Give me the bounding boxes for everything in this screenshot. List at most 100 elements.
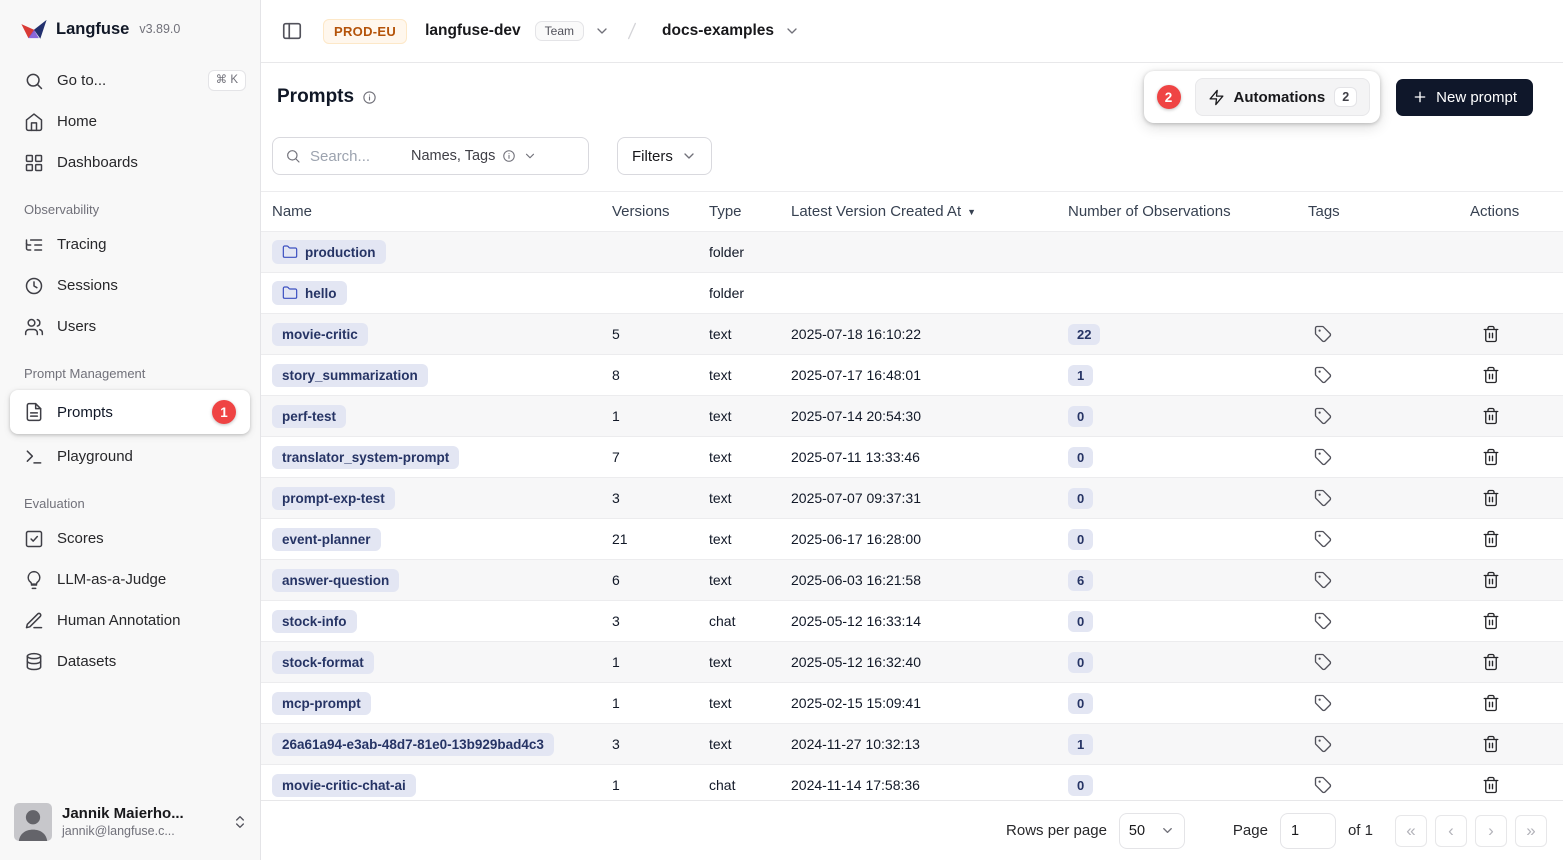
trash-icon[interactable]: [1482, 612, 1500, 630]
sidebar-item-playground[interactable]: Playground: [0, 436, 260, 477]
cell-tags: [1308, 694, 1470, 712]
tag-icon[interactable]: [1314, 571, 1332, 589]
trash-icon[interactable]: [1482, 694, 1500, 712]
table-row[interactable]: story_summarization8text2025-07-17 16:48…: [261, 355, 1563, 396]
table-row[interactable]: hellofolder: [261, 273, 1563, 314]
sidebar-item-tracing[interactable]: Tracing: [0, 224, 260, 265]
prompt-name-link[interactable]: movie-critic: [272, 323, 368, 346]
trash-icon[interactable]: [1482, 776, 1500, 794]
new-prompt-label: New prompt: [1436, 89, 1517, 106]
page-number-input[interactable]: [1280, 813, 1336, 849]
table-row[interactable]: stock-format1text2025-05-12 16:32:400: [261, 642, 1563, 683]
tag-icon[interactable]: [1314, 366, 1332, 384]
prompt-name-link[interactable]: perf-test: [272, 405, 346, 428]
prompt-name-link[interactable]: 26a61a94-e3ab-48d7-81e0-13b929bad4c3: [272, 733, 554, 756]
prompt-name-link[interactable]: event-planner: [272, 528, 381, 551]
prompt-name-link[interactable]: movie-critic-chat-ai: [272, 774, 416, 797]
tag-icon[interactable]: [1314, 735, 1332, 753]
langfuse-logo-icon: [20, 18, 48, 40]
org-chevron-down-icon[interactable]: [594, 23, 610, 39]
sidebar-item-human-annotation[interactable]: Human Annotation: [0, 600, 260, 641]
search-input[interactable]: [310, 148, 402, 165]
sidebar-toggle-icon[interactable]: [281, 20, 303, 42]
trash-icon[interactable]: [1482, 489, 1500, 507]
first-page-button[interactable]: «: [1395, 815, 1427, 847]
sidebar-item-dashboards[interactable]: Dashboards: [0, 142, 260, 183]
prompt-name-link[interactable]: answer-question: [272, 569, 399, 592]
tag-icon[interactable]: [1314, 653, 1332, 671]
table-row[interactable]: translator_system-prompt7text2025-07-11 …: [261, 437, 1563, 478]
tag-icon[interactable]: [1314, 448, 1332, 466]
rows-per-page-select[interactable]: 50: [1119, 813, 1185, 849]
folder-link[interactable]: hello: [272, 281, 347, 305]
tag-icon[interactable]: [1314, 407, 1332, 425]
column-header-name[interactable]: Name: [272, 203, 612, 220]
prev-page-button[interactable]: ‹: [1435, 815, 1467, 847]
filters-button[interactable]: Filters: [617, 137, 712, 175]
prompt-name-link[interactable]: prompt-exp-test: [272, 487, 395, 510]
trash-icon[interactable]: [1482, 653, 1500, 671]
cell-tags: [1308, 735, 1470, 753]
tag-icon[interactable]: [1314, 694, 1332, 712]
prompt-name-link[interactable]: mcp-prompt: [272, 692, 371, 715]
sidebar-item-scores[interactable]: Scores: [0, 518, 260, 559]
rows-per-page-value: 50: [1129, 823, 1145, 839]
trash-icon[interactable]: [1482, 448, 1500, 466]
sidebar-item-llm-as-a-judge[interactable]: LLM-as-a-Judge: [0, 559, 260, 600]
table-row[interactable]: perf-test1text2025-07-14 20:54:300: [261, 396, 1563, 437]
trash-icon[interactable]: [1482, 530, 1500, 548]
cell-created-at: 2025-02-15 15:09:41: [791, 695, 1068, 711]
org-name[interactable]: langfuse-dev: [425, 22, 521, 40]
sidebar-item-label: Home: [57, 113, 97, 130]
table-row[interactable]: event-planner21text2025-06-17 16:28:000: [261, 519, 1563, 560]
table-row[interactable]: stock-info3chat2025-05-12 16:33:140: [261, 601, 1563, 642]
table-row[interactable]: prompt-exp-test3text2025-07-07 09:37:310: [261, 478, 1563, 519]
table-row[interactable]: productionfolder: [261, 232, 1563, 273]
project-chevron-down-icon[interactable]: [784, 23, 800, 39]
tag-icon[interactable]: [1314, 489, 1332, 507]
info-icon[interactable]: [362, 90, 377, 105]
tag-icon[interactable]: [1314, 776, 1332, 794]
column-header-observations[interactable]: Number of Observations: [1068, 203, 1308, 220]
tag-icon[interactable]: [1314, 325, 1332, 343]
cell-versions: 1: [612, 654, 709, 670]
column-header-tags[interactable]: Tags: [1308, 203, 1470, 220]
sidebar-item-label: Prompts: [57, 404, 113, 421]
tag-icon[interactable]: [1314, 612, 1332, 630]
pagination-buttons: « ‹ › »: [1395, 815, 1547, 847]
sidebar-item-prompts[interactable]: Prompts1: [10, 390, 250, 434]
trash-icon[interactable]: [1482, 735, 1500, 753]
trash-icon[interactable]: [1482, 325, 1500, 343]
sidebar-item-home[interactable]: Home: [0, 101, 260, 142]
sidebar-item-label: Dashboards: [57, 154, 138, 171]
prompt-name-link[interactable]: translator_system-prompt: [272, 446, 459, 469]
trash-icon[interactable]: [1482, 407, 1500, 425]
project-name[interactable]: docs-examples: [662, 22, 774, 40]
tag-icon[interactable]: [1314, 530, 1332, 548]
prompt-name: event-planner: [282, 532, 371, 547]
column-header-versions[interactable]: Versions: [612, 203, 709, 220]
search-scope-dropdown[interactable]: Names, Tags: [411, 148, 537, 164]
table-row[interactable]: movie-critic5text2025-07-18 16:10:2222: [261, 314, 1563, 355]
table-row[interactable]: mcp-prompt1text2025-02-15 15:09:410: [261, 683, 1563, 724]
trash-icon[interactable]: [1482, 571, 1500, 589]
user-menu[interactable]: Jannik Maierho... jannik@langfuse.c...: [0, 790, 260, 854]
prompt-name-link[interactable]: stock-format: [272, 651, 374, 674]
new-prompt-button[interactable]: New prompt: [1396, 79, 1533, 116]
last-page-button[interactable]: »: [1515, 815, 1547, 847]
automations-count-badge: 2: [1334, 87, 1357, 107]
sidebar-item-users[interactable]: Users: [0, 306, 260, 347]
trash-icon[interactable]: [1482, 366, 1500, 384]
sidebar-item-datasets[interactable]: Datasets: [0, 641, 260, 682]
sidebar-item-sessions[interactable]: Sessions: [0, 265, 260, 306]
column-header-type[interactable]: Type: [709, 203, 791, 220]
automations-button[interactable]: Automations 2: [1195, 78, 1371, 116]
prompt-name-link[interactable]: story_summarization: [272, 364, 428, 387]
table-row[interactable]: 26a61a94-e3ab-48d7-81e0-13b929bad4c33tex…: [261, 724, 1563, 765]
folder-link[interactable]: production: [272, 240, 386, 264]
table-row[interactable]: answer-question6text2025-06-03 16:21:586: [261, 560, 1563, 601]
sidebar-item-go-to[interactable]: Go to...⌘ K: [0, 60, 260, 101]
prompt-name-link[interactable]: stock-info: [272, 610, 357, 633]
column-header-latest-version[interactable]: Latest Version Created At▼: [791, 203, 1068, 220]
next-page-button[interactable]: ›: [1475, 815, 1507, 847]
